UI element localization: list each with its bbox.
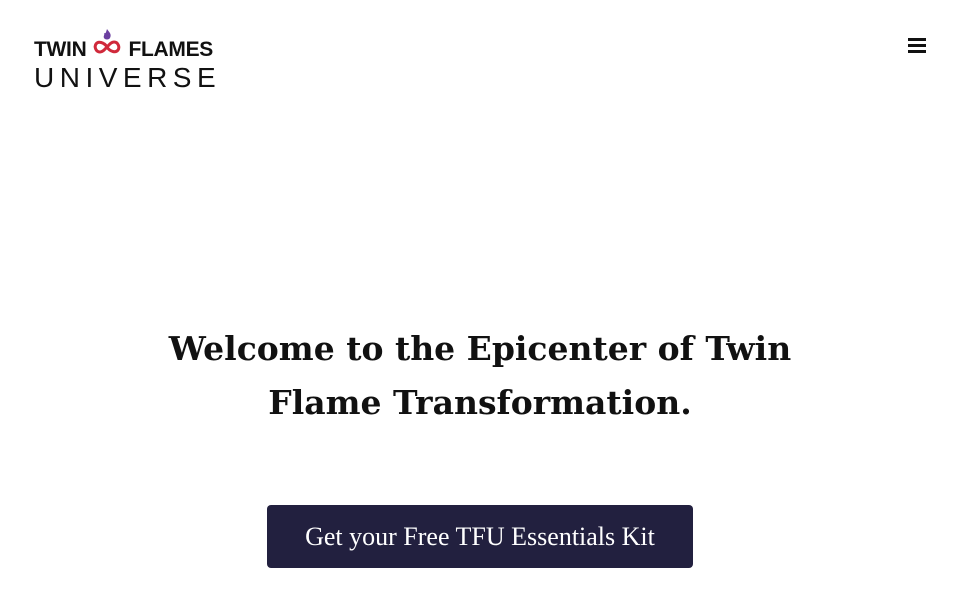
flame-infinity-icon	[87, 29, 127, 61]
logo-top-line: TWIN FLAMES	[34, 29, 213, 62]
essentials-kit-button[interactable]: Get your Free TFU Essentials Kit	[267, 505, 693, 568]
site-logo[interactable]: TWIN FLAMES UNIVERSE	[34, 26, 228, 93]
menu-bar	[908, 49, 926, 53]
hero-title: Welcome to the Epicenter of Twin Flame T…	[168, 329, 792, 422]
logo-text-twin: TWIN	[34, 38, 87, 61]
logo-text-flames: FLAMES	[128, 38, 213, 61]
site-header: TWIN FLAMES UNIVERSE	[0, 0, 960, 110]
hamburger-menu-icon[interactable]	[904, 34, 930, 56]
logo-text-universe: UNIVERSE	[34, 62, 222, 93]
hero-section: Welcome to the Epicenter of Twin Flame T…	[0, 322, 960, 430]
menu-bar	[908, 43, 926, 47]
menu-bar	[908, 37, 926, 41]
